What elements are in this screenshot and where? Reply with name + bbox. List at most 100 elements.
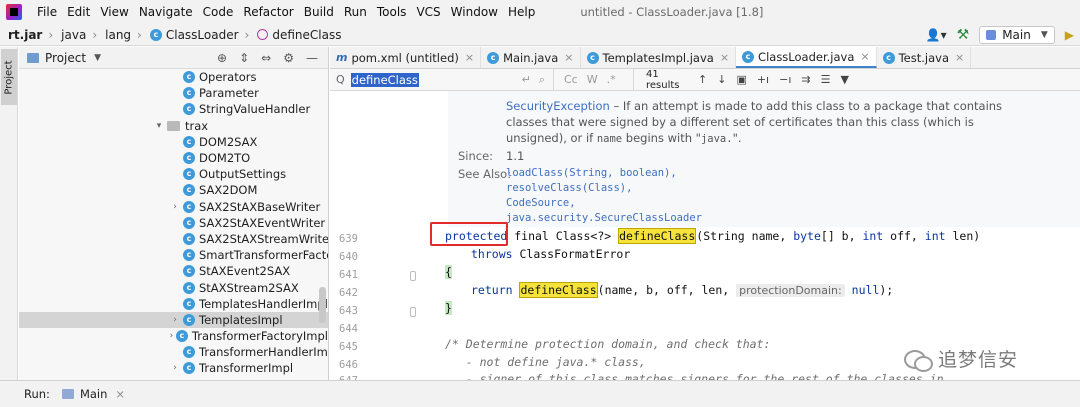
menu-tools[interactable]: Tools [372, 5, 412, 19]
tree-item[interactable]: › c SAX2StAXBaseWriter [19, 199, 328, 215]
see-also-link[interactable]: resolveClass(Class), [506, 182, 632, 194]
code-line-642[interactable]: return defineClass(name, b, off, len, pr… [471, 282, 893, 298]
run-config-icon [986, 29, 997, 40]
regex-toggle[interactable]: .* [607, 73, 616, 86]
tree-item[interactable]: c OutputSettings [19, 166, 328, 182]
chevron-down-icon[interactable]: ▾ [153, 121, 165, 131]
scrollbar-thumb[interactable] [319, 287, 326, 323]
menu-help[interactable]: Help [503, 5, 540, 19]
close-icon[interactable]: × [720, 51, 729, 64]
run-tab-main[interactable]: Main × [61, 387, 125, 401]
code-line-639[interactable]: protected final Class<?> defineClass(Str… [445, 228, 980, 244]
tree-item[interactable]: c SAX2DOM [19, 182, 328, 198]
class-icon: c [586, 51, 599, 64]
close-icon[interactable]: × [564, 51, 573, 64]
menu-refactor[interactable]: Refactor [238, 5, 298, 19]
tree-item-selected[interactable]: › c TemplatesImpl [19, 311, 328, 328]
build-hammer-icon[interactable]: ⚒ [957, 27, 970, 43]
collapse-icon[interactable]: ⇕ [239, 51, 249, 65]
chevron-right-icon[interactable]: › [169, 363, 181, 373]
code-line-641[interactable]: { [445, 265, 452, 279]
tree-item[interactable]: cSmartTransformerFactoryIm [19, 247, 328, 263]
tree-item[interactable]: c DOM2TO [19, 150, 328, 166]
code-line-647[interactable]: - signer of this class matches signers f… [445, 372, 944, 380]
close-icon[interactable]: × [860, 50, 869, 63]
breadcrumb-defineclass[interactable]: defineClass [249, 28, 341, 42]
code-line-640[interactable]: throws ClassFormatError [471, 247, 630, 261]
next-occurrence-icon[interactable]: ↓ [717, 73, 726, 86]
tree-item[interactable]: c SAX2StAXEventWriter [19, 215, 328, 231]
exception-link[interactable]: SecurityException [506, 99, 610, 113]
tab-test-java[interactable]: c Test.java × [877, 47, 972, 68]
close-icon[interactable]: × [115, 387, 125, 401]
gear-icon[interactable]: ⚙ [283, 51, 294, 65]
menu-build[interactable]: Build [299, 5, 339, 19]
run-config-select[interactable]: Main ▼ [979, 25, 1055, 44]
menu-code[interactable]: Code [198, 5, 239, 19]
see-also-link[interactable]: loadClass(String, boolean), [506, 167, 677, 179]
chevron-right-icon[interactable]: › [169, 331, 174, 341]
tab-pom-xml[interactable]: m pom.xml (untitled) × [330, 47, 482, 68]
code-line-645[interactable]: /* Determine protection domain, and chec… [445, 337, 770, 351]
breadcrumb-classloader[interactable]: c ClassLoader › [142, 28, 249, 42]
tree-item[interactable]: c DOM2SAX [19, 134, 328, 150]
select-all-icon[interactable]: ▣ [736, 73, 746, 86]
newline-icon[interactable]: ↵ [522, 73, 531, 87]
class-icon: c [742, 50, 755, 63]
expand-icon[interactable]: ⇔ [261, 51, 271, 65]
breadcrumb-rt-jar[interactable]: rt.jar › [0, 28, 53, 42]
menu-edit[interactable]: Edit [62, 5, 95, 19]
menu-window[interactable]: Window [446, 5, 503, 19]
regex-history-icon[interactable]: ⌕ [539, 73, 545, 87]
project-panel: Project ▼ ⊕ ⇕ ⇔ ⚙ — c Operators c Paramete… [19, 47, 329, 380]
tab-main-java[interactable]: c Main.java × [481, 47, 581, 68]
fold-icon[interactable] [410, 307, 416, 317]
tree-item[interactable]: c StAXStream2SAX [19, 279, 328, 295]
menu-file[interactable]: File [32, 5, 62, 19]
code-line-646[interactable]: - not define java.* class, [445, 355, 646, 369]
tree-item[interactable]: c TemplatesHandlerImpl [19, 296, 328, 312]
tree-item[interactable]: › c TransformerImpl [19, 360, 328, 376]
tree-folder[interactable]: ▾ trax [19, 118, 328, 134]
words-toggle[interactable]: W [587, 73, 598, 86]
see-also-link[interactable]: CodeSource, [506, 197, 576, 209]
menu-navigate[interactable]: Navigate [134, 5, 198, 19]
code-line-643[interactable]: } [445, 301, 452, 315]
user-icon[interactable]: 👤▾ [926, 28, 947, 42]
tab-classloader-java[interactable]: c ClassLoader.java × [736, 47, 877, 68]
locate-icon[interactable]: ⊕ [217, 51, 227, 65]
remove-occurrence-icon[interactable]: −ı [779, 73, 791, 86]
add-occurrence-icon[interactable]: +ı [757, 73, 769, 86]
breadcrumb-java[interactable]: java › [53, 28, 97, 42]
chevron-right-icon[interactable]: › [169, 202, 181, 212]
project-panel-title[interactable]: Project [45, 51, 86, 65]
breadcrumb-lang[interactable]: lang › [97, 28, 142, 42]
tree-item[interactable]: › c TransformerFactoryImpl [19, 328, 328, 344]
search-input[interactable]: Q defineClass ↵ ⌕ [330, 68, 554, 91]
filter-lines-icon[interactable]: ☰ [821, 73, 831, 86]
run-icon[interactable]: ▶ [1065, 28, 1074, 42]
select-occurrences-icon[interactable]: ⇉ [801, 73, 810, 86]
chevron-down-icon[interactable]: ▼ [94, 53, 101, 63]
previous-occurrence-icon[interactable]: ↑ [698, 73, 707, 86]
tree-item[interactable]: c TransformerHandlerImpl [19, 344, 328, 360]
tree-item[interactable]: c SAX2StAXStreamWriter [19, 231, 328, 247]
minimize-icon[interactable]: — [306, 51, 318, 65]
tab-templatesimpl-java[interactable]: c TemplatesImpl.java × [581, 47, 737, 68]
project-tool-tab[interactable]: Project [1, 49, 17, 105]
fold-icon[interactable] [410, 271, 416, 281]
method-icon [257, 29, 269, 40]
tree-item[interactable]: c Operators [19, 69, 328, 85]
tree-item[interactable]: c StringValueHandler [19, 101, 328, 117]
tree-item[interactable]: c StAXEvent2SAX [19, 263, 328, 279]
close-icon[interactable]: × [465, 51, 474, 64]
chevron-right-icon[interactable]: › [169, 315, 181, 325]
menu-vcs[interactable]: VCS [411, 5, 445, 19]
menu-run[interactable]: Run [339, 5, 372, 19]
match-case-toggle[interactable]: Cc [564, 73, 578, 86]
close-icon[interactable]: × [955, 51, 964, 64]
menu-view[interactable]: View [95, 5, 133, 19]
tree-item[interactable]: c Parameter [19, 85, 328, 101]
see-also-link[interactable]: java.security.SecureClassLoader [506, 212, 702, 224]
filter-icon[interactable]: ▼ [841, 73, 849, 86]
